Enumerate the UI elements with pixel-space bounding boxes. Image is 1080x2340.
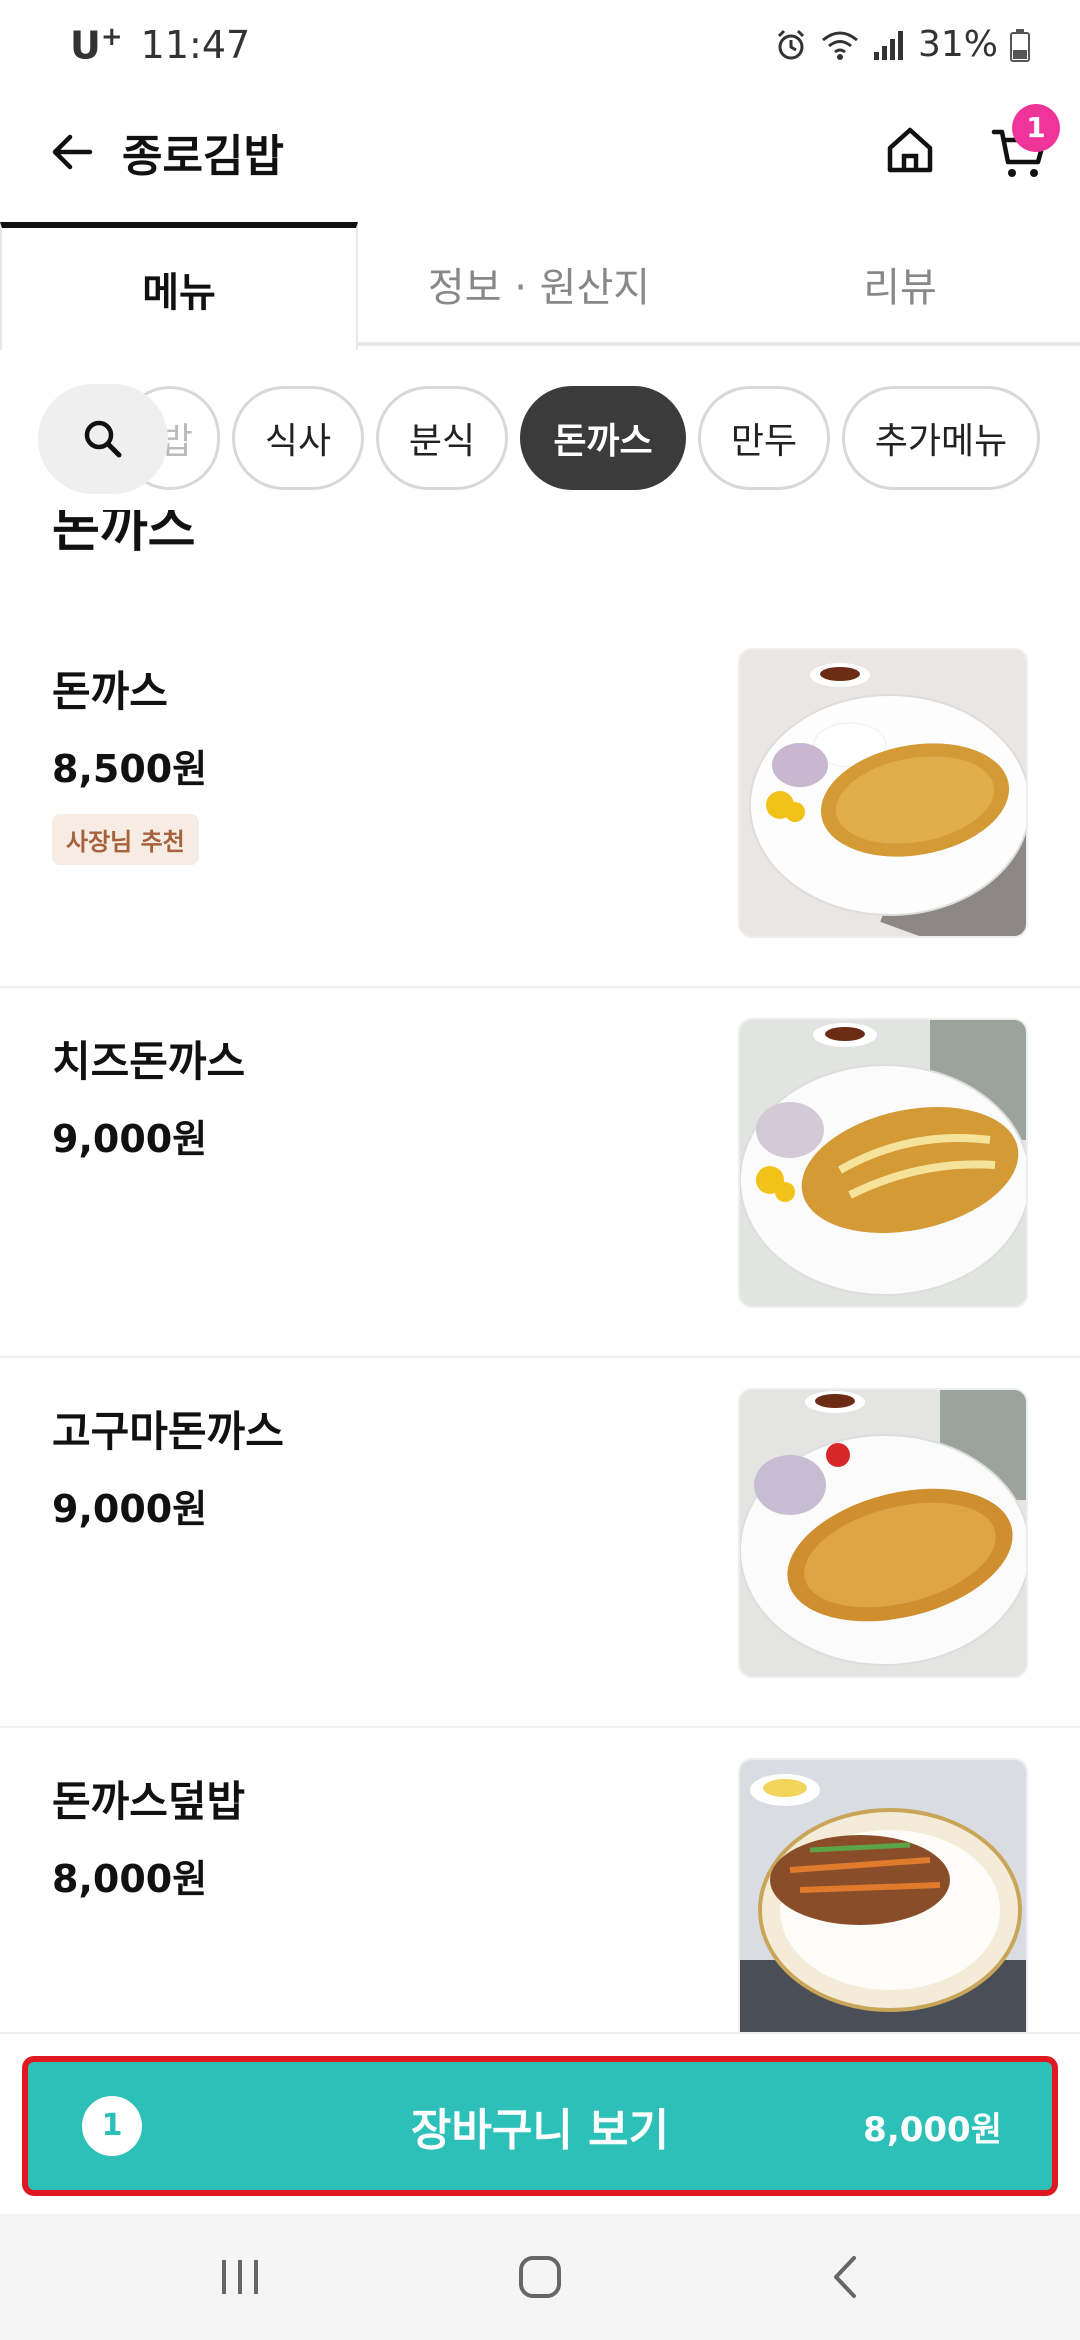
- menu-item-name: 돈까스덮밥: [52, 1777, 246, 1826]
- menu-item-photo: [738, 1388, 1028, 1678]
- status-icons: 31%: [774, 24, 1030, 65]
- menu-search-button[interactable]: [38, 384, 168, 494]
- menu-item-price: 9,000원: [52, 1117, 208, 1161]
- search-icon: [84, 420, 122, 458]
- menu-item[interactable]: 돈까스덮밥 8,000원: [0, 1728, 1080, 2038]
- tab-reviews[interactable]: 리뷰: [720, 222, 1080, 346]
- carrier-label: U+: [70, 22, 123, 68]
- recent-apps-button[interactable]: [200, 2242, 280, 2312]
- menu-item[interactable]: 치즈돈까스 9,000원: [0, 988, 1080, 1358]
- menu-item-price: 8,500원: [52, 747, 208, 791]
- app-header: 종로김밥: [0, 96, 1080, 224]
- category-chips: 밥 식사 분식 돈까스 만두 추가메뉴: [0, 380, 1080, 500]
- back-button[interactable]: [36, 116, 108, 188]
- recent-apps-icon: [222, 2260, 258, 2294]
- menu-item-price: 8,000원: [52, 1857, 208, 1901]
- alarm-icon: [777, 29, 805, 59]
- chevron-left-icon: [834, 2256, 856, 2298]
- category-chip-extra[interactable]: 추가메뉴: [842, 386, 1040, 490]
- arrow-left-icon: [52, 134, 93, 170]
- home-icon: [887, 127, 933, 173]
- system-nav-bar: [0, 2214, 1080, 2340]
- menu-item-photo: [738, 1758, 1028, 2036]
- status-left: U+ 11:47: [70, 22, 250, 68]
- cart-badge: 1: [1012, 104, 1060, 152]
- tab-menu[interactable]: 메뉴: [0, 222, 358, 350]
- menu-item-photo: [738, 648, 1028, 938]
- cart-bar-area: 장바구니 보기 1 8,000원: [0, 2032, 1080, 2214]
- view-cart-button[interactable]: 장바구니 보기 1 8,000원: [22, 2056, 1058, 2196]
- category-chip-meal[interactable]: 식사: [232, 386, 364, 490]
- battery-icon: [1010, 28, 1030, 62]
- store-title: 종로김밥: [122, 131, 284, 182]
- menu-item-photo: [738, 1018, 1028, 1308]
- cart-item-count: 1: [82, 2096, 142, 2156]
- wifi-icon: [822, 31, 858, 60]
- menu-item-name: 치즈돈까스: [52, 1037, 246, 1086]
- signal-icon: [873, 30, 903, 60]
- home-circle-icon: [519, 2256, 561, 2298]
- system-back-button[interactable]: [806, 2242, 886, 2312]
- menu-item[interactable]: 돈까스 8,500원 사장님 추천: [0, 618, 1080, 988]
- tab-info-origin[interactable]: 정보 · 원산지: [358, 222, 720, 346]
- battery-percent: 31%: [917, 24, 998, 65]
- menu-item-name: 고구마돈까스: [52, 1407, 284, 1456]
- section-title: 돈까스: [52, 510, 196, 559]
- menu-item[interactable]: 고구마돈까스 9,000원: [0, 1358, 1080, 1728]
- owner-recommend-badge: 사장님 추천: [52, 814, 199, 865]
- cart-total-price: 8,000원: [863, 2110, 1002, 2150]
- status-bar: U+ 11:47 31%: [0, 0, 1080, 96]
- category-chip-snack[interactable]: 분식: [376, 386, 508, 490]
- clock: 11:47: [140, 22, 251, 67]
- category-chip-dumpling[interactable]: 만두: [698, 386, 830, 490]
- menu-item-price: 9,000원: [52, 1487, 208, 1531]
- menu-item-name: 돈까스: [52, 667, 168, 716]
- category-chip-donkatsu[interactable]: 돈까스: [520, 386, 686, 490]
- system-home-button[interactable]: [500, 2242, 580, 2312]
- home-button[interactable]: [874, 114, 946, 186]
- store-tabs: 메뉴 정보 · 원산지 리뷰: [0, 222, 1080, 350]
